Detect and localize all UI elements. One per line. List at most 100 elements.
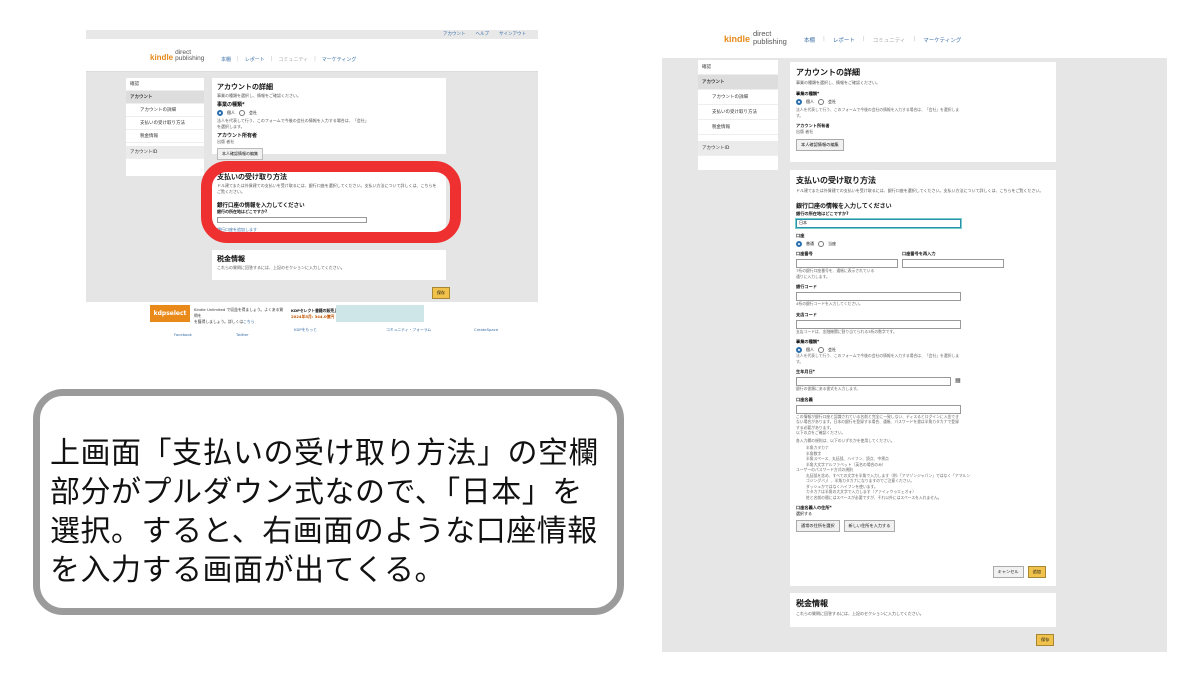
- nav-marketing[interactable]: マーケティング: [923, 36, 961, 44]
- select-existing-address-button[interactable]: 通常の住所を選択: [796, 520, 840, 532]
- account-number-hint: 7桁の銀行口座番号を、通帳に表示されている通りに入力します。: [796, 268, 875, 279]
- bank-code-input[interactable]: [796, 292, 961, 301]
- tax-card: 税金情報 これらの質問に回答するには、上記のセクションに入力してください。: [212, 250, 446, 280]
- tax-desc: これらの質問に回答するには、上記のセクションに入力してください。: [796, 611, 924, 616]
- right-screenshot: kindle direct publishing 本棚 | レポート | コミュニティ…: [662, 20, 1167, 652]
- sidebar-item-payment[interactable]: 支払いの受け取り方法: [698, 105, 778, 120]
- top-bar: アカウント ヘルプ サインアウト: [86, 30, 538, 39]
- payment-card: 支払いの受け取り方法 ドル建てまたは外貨建ての支払いを受け取るには、銀行口座を選…: [790, 170, 1056, 586]
- account-number-input[interactable]: [796, 259, 898, 268]
- promo-strip: kdpselect Kindle Unlimited で収益を得ましょう。よくあ…: [86, 304, 538, 324]
- branch-code-input[interactable]: [796, 319, 961, 329]
- branch-code-hint: 支店コードは、金融機関に割り当てられる3桁の数字です。: [796, 328, 897, 334]
- sidebar-item-details[interactable]: アカウントの詳細: [698, 90, 778, 105]
- biz-type-label: 事業の種類*: [217, 102, 245, 108]
- highlight-ring: [201, 161, 461, 243]
- details-subtitle: 事業の種類を選択し、情報をご確認ください。: [796, 80, 880, 85]
- biz-type2-note: 法人を代表して行う、このフォームで今後の会社の情報を入力する場合は、「会社」を選…: [796, 353, 960, 364]
- sidebar-item-account-id[interactable]: アカウントID: [698, 141, 778, 156]
- top-link-account[interactable]: アカウント: [443, 31, 466, 37]
- promo-link[interactable]: こちら: [243, 319, 254, 324]
- nav-community[interactable]: コミュニティ: [873, 36, 906, 44]
- details-note: 法人を代表して行う、このフォームで今後の会社の情報を入力する場合は、「会社」を選…: [217, 118, 367, 129]
- top-link-signout[interactable]: サインアウト: [499, 31, 526, 37]
- add-button[interactable]: 追加: [1027, 566, 1046, 578]
- nav-bookshelf[interactable]: 本棚: [804, 36, 815, 44]
- footer-createspace[interactable]: CreateSpace: [474, 327, 498, 332]
- payment-desc: ドル建てまたは外貨建ての支払いを受け取るには、銀行口座を選択してください。支払い…: [796, 188, 1044, 193]
- cancel-button[interactable]: キャンセル: [992, 566, 1024, 578]
- account-name-hint: この情報が銀行口座と認識されている名前と完全に一致しない、ディスるとログインに入…: [796, 413, 959, 430]
- holder-address-choose: 選択する: [796, 511, 812, 516]
- sidebar-item-payment[interactable]: 支払いの受け取り方法: [126, 117, 204, 130]
- top-link-help[interactable]: ヘルプ: [476, 31, 490, 37]
- bank-heading: 銀行口座の情報を入力してください: [796, 203, 892, 210]
- holder-label: アカウント所有者: [217, 133, 258, 139]
- bank-location-dropdown[interactable]: 日本: [796, 219, 961, 228]
- sidebar-item-review[interactable]: 確認: [698, 60, 778, 75]
- bank-location-question: 銀行の所在地はどこですか?: [796, 211, 849, 216]
- sidebar-item-details[interactable]: アカウントの詳細: [126, 104, 204, 117]
- edit-identity-button[interactable]: 本人確認情報の編集: [796, 139, 844, 151]
- footer-twitter[interactable]: Twitter: [236, 332, 249, 337]
- radio-ordinary[interactable]: [796, 241, 802, 247]
- details-note: 法人を代表して行う、このフォームで今後の会社の情報を入力する場合は、「会社」を選…: [796, 107, 960, 118]
- radio-company[interactable]: [239, 110, 245, 116]
- kdp-select-badge[interactable]: kdpselect: [150, 305, 190, 322]
- account-details-card: アカウントの詳細 事業の種類を選択し、情報をご確認ください。 事業の種類* 個人…: [212, 78, 446, 160]
- radio-individual[interactable]: [217, 110, 223, 116]
- sidebar-item-tax[interactable]: 税金情報: [698, 120, 778, 135]
- header: kindle direct publishing 本棚 | レポート | コミュニティ…: [86, 39, 538, 72]
- dob-input[interactable]: [796, 377, 951, 386]
- nav-marketing[interactable]: マーケティング: [322, 56, 357, 63]
- branch-code-label: 支店コード: [796, 311, 817, 317]
- sidebar-item-account[interactable]: アカウント: [698, 75, 778, 90]
- radio-company[interactable]: [818, 99, 824, 105]
- details-title: アカウントの詳細: [217, 83, 273, 91]
- tax-title: 税金情報: [796, 599, 828, 608]
- tax-desc: これらの質問に回答するには、上記のセクションに入力してください。: [217, 265, 345, 270]
- sidebar: 確認 アカウント アカウントの詳細 支払いの受け取り方法 税金情報 アカウントI…: [698, 60, 778, 170]
- account-details-card: アカウントの詳細 事業の種類を選択し、情報をご確認ください。 事業の種類* 個人…: [790, 62, 1056, 162]
- dob-hint: 銀行の書類にある書式を入力します。: [796, 386, 861, 391]
- details-subtitle: 事業の種類を選択し、情報をご確認ください。: [217, 93, 301, 98]
- payment-title: 支払いの受け取り方法: [796, 176, 876, 185]
- footer-kdp-more[interactable]: KDPをもっと: [294, 327, 317, 333]
- kdp-logo[interactable]: kindle direct publishing: [150, 49, 204, 62]
- sidebar-item-account[interactable]: アカウント: [126, 91, 204, 104]
- account-number-label: 口座番号: [796, 251, 813, 256]
- account-name-input[interactable]: [796, 404, 961, 414]
- sidebar-item-tax[interactable]: 税金情報: [126, 130, 204, 143]
- nav-community[interactable]: コミュニティ: [278, 56, 308, 63]
- save-button[interactable]: 保存: [1036, 634, 1055, 646]
- nav-bookshelf[interactable]: 本棚: [221, 56, 231, 63]
- nav-reports[interactable]: レポート: [833, 36, 855, 44]
- edit-identity-button[interactable]: 本人確認情報の編集: [217, 148, 263, 160]
- account-type-label: 口座: [796, 233, 805, 238]
- radio-checking[interactable]: [818, 241, 824, 247]
- main-nav: 本棚 | レポート | コミュニティ | マーケティング: [804, 36, 962, 44]
- account-number-confirm-label: 口座番号を再入力: [902, 251, 936, 256]
- nav-reports[interactable]: レポート: [245, 56, 265, 63]
- radio-individual[interactable]: [796, 99, 802, 105]
- sidebar-item-review[interactable]: 確認: [126, 78, 204, 91]
- footer-facebook[interactable]: Facebook: [174, 332, 192, 337]
- biz-type2-label: 事業の種類*: [796, 339, 820, 344]
- account-name-hint3: 各入力欄の規則は、以下のいずれかを使用してください。: [796, 437, 895, 443]
- account-name-label: 口座名義: [796, 396, 813, 402]
- footer-forum[interactable]: コミュニティ・フォーラム: [386, 327, 431, 333]
- save-button[interactable]: 保存: [432, 287, 450, 299]
- holder-name: 出版 者社: [217, 139, 235, 144]
- biz-type-label: 事業の種類*: [796, 91, 820, 96]
- enter-new-address-button[interactable]: 新しい住所を入力する: [843, 520, 896, 532]
- promo-banner-image[interactable]: [336, 305, 424, 322]
- kdp-logo[interactable]: kindle direct publishing: [724, 30, 787, 45]
- calendar-icon[interactable]: ▦: [955, 377, 961, 384]
- account-number-confirm-input[interactable]: [902, 259, 1004, 268]
- tax-title: 税金情報: [217, 255, 245, 263]
- sidebar-item-account-id[interactable]: アカウントID: [126, 146, 204, 159]
- tax-card: 税金情報 これらの質問に回答するには、上記のセクションに入力してください。: [790, 593, 1056, 627]
- sidebar: 確認 アカウント アカウントの詳細 支払いの受け取り方法 税金情報 アカウントI…: [126, 78, 204, 176]
- main-nav: 本棚 | レポート | コミュニティ | マーケティング: [221, 56, 357, 63]
- holder-name: 出版 者社: [796, 129, 814, 134]
